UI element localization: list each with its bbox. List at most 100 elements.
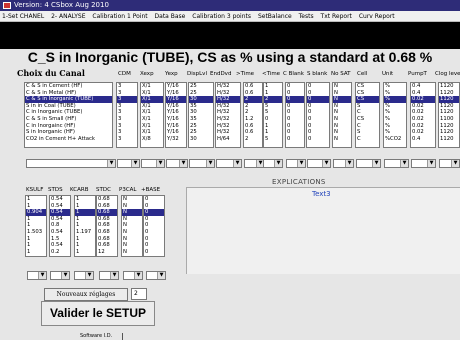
chevron-down-icon[interactable]: ▼	[372, 160, 380, 167]
settings-column-list[interactable]: 000000000	[285, 82, 305, 148]
list-item[interactable]: N	[122, 196, 142, 203]
column-dropdown[interactable]: ▼	[356, 159, 381, 168]
list-item[interactable]: H/32	[216, 103, 240, 110]
list-item[interactable]: N	[122, 209, 142, 216]
list-item[interactable]: 0	[307, 116, 329, 123]
list-item[interactable]: 0.4	[411, 83, 435, 90]
list-item[interactable]: N	[333, 123, 351, 130]
column-dropdown[interactable]: ▼	[286, 159, 306, 168]
list-item[interactable]: N	[333, 109, 351, 116]
list-item[interactable]: 0.02	[411, 103, 435, 110]
list-item[interactable]: 2	[244, 103, 262, 110]
list-item[interactable]: 0	[286, 136, 304, 143]
list-item[interactable]: Y/16	[166, 116, 186, 123]
channel-item[interactable]: C in Inorgainc (HF)	[25, 123, 112, 130]
list-item[interactable]: 0.54	[50, 242, 70, 249]
list-item[interactable]: 0	[307, 103, 329, 110]
list-item[interactable]: 1120	[439, 129, 459, 136]
list-item[interactable]: 5	[264, 103, 282, 110]
chevron-down-icon[interactable]: ▼	[206, 160, 214, 167]
list-item[interactable]: N	[333, 83, 351, 90]
column-dropdown[interactable]: ▼	[263, 159, 283, 168]
list-item[interactable]: 1100	[439, 116, 459, 123]
list-item[interactable]: 30	[189, 96, 213, 103]
list-item[interactable]: 0.68	[97, 222, 117, 229]
channel-item[interactable]: C & S in Cement (HF)	[25, 83, 112, 90]
list-item[interactable]: 1	[264, 129, 282, 136]
list-item[interactable]: 0.68	[97, 229, 117, 236]
list-item[interactable]: 0	[144, 222, 164, 229]
list-item[interactable]: C	[356, 109, 379, 116]
list-item[interactable]: 0.54	[50, 209, 70, 216]
list-item[interactable]: 1	[75, 216, 95, 223]
calibration-column-list[interactable]: 1 1 0.904 1 1 1.503 1 1 1	[25, 195, 47, 257]
list-item[interactable]: 1	[26, 203, 46, 210]
list-item[interactable]: 0	[144, 203, 164, 210]
list-item[interactable]: 1120	[439, 123, 459, 130]
list-item[interactable]: 30	[189, 136, 213, 143]
list-item[interactable]: 25	[189, 129, 213, 136]
list-item[interactable]: 5	[264, 109, 282, 116]
list-item[interactable]: 0	[286, 96, 304, 103]
list-item[interactable]: Y/16	[166, 96, 186, 103]
settings-column-list[interactable]: 112550115	[263, 82, 283, 148]
list-item[interactable]: 1120	[439, 109, 459, 116]
list-item[interactable]: 25	[189, 83, 213, 90]
list-item[interactable]: 0.68	[97, 196, 117, 203]
list-item[interactable]: 1120	[439, 103, 459, 110]
list-item[interactable]: 0	[307, 90, 329, 97]
list-item[interactable]: 0	[144, 229, 164, 236]
chevron-down-icon[interactable]: ▼	[107, 160, 115, 167]
list-item[interactable]: X/1	[141, 103, 163, 110]
list-item[interactable]: 1	[26, 216, 46, 223]
list-item[interactable]: 2	[244, 109, 262, 116]
menu-txt-report[interactable]: Txt Report	[321, 13, 352, 20]
settings-column-list[interactable]: NNNNNNNNN	[332, 82, 352, 148]
column-dropdown[interactable]: ▼	[99, 271, 119, 280]
reset-value-input[interactable]: 2	[131, 288, 147, 300]
list-item[interactable]: X/1	[141, 83, 163, 90]
channel-item[interactable]: C & S in Small (HF)	[25, 116, 112, 123]
list-item[interactable]: 3	[117, 123, 137, 130]
list-item[interactable]: %CO2	[384, 136, 406, 143]
list-item[interactable]: 0	[286, 123, 304, 130]
list-item[interactable]: 1	[26, 242, 46, 249]
list-item[interactable]: 0	[264, 116, 282, 123]
list-item[interactable]: 0	[307, 136, 329, 143]
list-item[interactable]: 1.503	[26, 229, 46, 236]
list-item[interactable]: C	[356, 136, 379, 143]
chevron-down-icon[interactable]: ▼	[427, 160, 435, 167]
list-item[interactable]: H/32	[216, 90, 240, 97]
list-item[interactable]: N	[333, 90, 351, 97]
list-item[interactable]: 1	[75, 236, 95, 243]
list-item[interactable]: 35	[189, 116, 213, 123]
column-dropdown[interactable]: ▼	[384, 159, 409, 168]
list-item[interactable]: N	[333, 129, 351, 136]
chevron-down-icon[interactable]: ▼	[233, 160, 241, 167]
list-item[interactable]: 1120	[439, 83, 459, 90]
column-dropdown[interactable]: ▼	[26, 159, 116, 168]
list-item[interactable]: 0.02	[411, 123, 435, 130]
validate-setup-button[interactable]: Valider le SETUP	[41, 301, 155, 326]
list-item[interactable]: 12	[97, 249, 117, 256]
reset-settings-button[interactable]: Nouveaux réglages	[44, 288, 128, 301]
list-item[interactable]: %	[384, 96, 406, 103]
list-item[interactable]: 0.6	[244, 129, 262, 136]
list-item[interactable]: 0.68	[97, 236, 117, 243]
chevron-down-icon[interactable]: ▼	[156, 160, 164, 167]
channel-item[interactable]: S in in Coal (TUBE)	[25, 103, 112, 110]
list-item[interactable]: 1	[264, 123, 282, 130]
list-item[interactable]: 35	[189, 103, 213, 110]
column-dropdown[interactable]: ▼	[216, 159, 242, 168]
list-item[interactable]: 1	[264, 83, 282, 90]
settings-column-list[interactable]: X/1 X/1 X/1 X/1 X/1 X/1 X/1 X/1 X/8	[140, 82, 164, 148]
calibration-column-list[interactable]: NNNNNNNNN	[121, 195, 143, 257]
list-item[interactable]: H/32	[216, 83, 240, 90]
list-item[interactable]: 0.6	[244, 83, 262, 90]
chevron-down-icon[interactable]: ▼	[400, 160, 408, 167]
menu-calibration-3-points[interactable]: Calibration 3 points	[192, 13, 251, 20]
list-item[interactable]: N	[122, 236, 142, 243]
calibration-column-list[interactable]: 1 1 1 1 1 1.197 1 1 1	[74, 195, 96, 257]
list-item[interactable]: 0	[307, 96, 329, 103]
list-item[interactable]: Y/16	[166, 123, 186, 130]
